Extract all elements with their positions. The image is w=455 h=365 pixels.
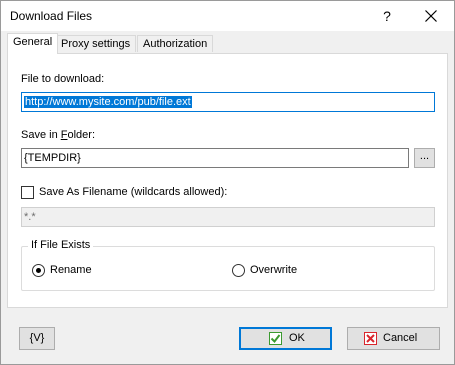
if-file-exists-title: If File Exists <box>28 239 94 251</box>
save-as-filename-input[interactable]: *.* <box>21 207 435 227</box>
save-as-filename-label[interactable]: Save As Filename (wildcards allowed): <box>39 186 227 198</box>
variables-button[interactable]: {V} <box>19 327 55 350</box>
close-icon <box>425 10 437 22</box>
rename-radio[interactable] <box>32 264 45 277</box>
tab-general[interactable]: General <box>7 33 59 54</box>
title-bar[interactable]: Download Files ? <box>1 1 454 31</box>
tab-strip: General Proxy settings Authorization <box>1 32 455 54</box>
save-in-folder-input[interactable]: {TEMPDIR} <box>21 148 409 168</box>
browse-folder-button[interactable]: ... <box>414 148 435 168</box>
radio-selected-dot <box>36 268 41 273</box>
overwrite-label[interactable]: Overwrite <box>250 264 297 276</box>
file-url-value: http://www.mysite.com/pub/file.ext <box>24 96 192 108</box>
save-as-filename-checkbox[interactable] <box>21 186 34 199</box>
dialog-window: Download Files ? General Proxy settings … <box>0 0 455 365</box>
window-title: Download Files <box>10 9 93 23</box>
close-button[interactable] <box>416 5 446 27</box>
file-to-download-input[interactable]: http://www.mysite.com/pub/file.ext <box>21 92 435 112</box>
cancel-button[interactable]: Cancel <box>347 327 440 350</box>
tab-authorization[interactable]: Authorization <box>137 35 214 52</box>
ok-label: OK <box>289 332 305 344</box>
if-file-exists-group: If File Exists Rename Overwrite <box>21 239 435 291</box>
help-button[interactable]: ? <box>374 5 400 27</box>
ok-button[interactable]: OK <box>239 327 332 350</box>
checkmark-icon <box>269 332 282 345</box>
rename-label[interactable]: Rename <box>50 264 92 276</box>
save-in-folder-label-suffix: older: <box>67 129 96 141</box>
save-in-folder-label-prefix: Save in <box>21 129 61 141</box>
cancel-label: Cancel <box>383 332 418 344</box>
cancel-x-icon <box>364 332 377 345</box>
save-in-folder-label: Save in Folder: <box>21 129 95 141</box>
tab-proxy-settings[interactable]: Proxy settings <box>55 35 137 52</box>
save-as-filename-value: *.* <box>24 211 36 223</box>
folder-value: {TEMPDIR} <box>24 152 81 164</box>
general-tab-panel: File to download: http://www.mysite.com/… <box>7 53 448 308</box>
overwrite-radio[interactable] <box>232 264 245 277</box>
file-to-download-label: File to download: <box>21 73 105 85</box>
